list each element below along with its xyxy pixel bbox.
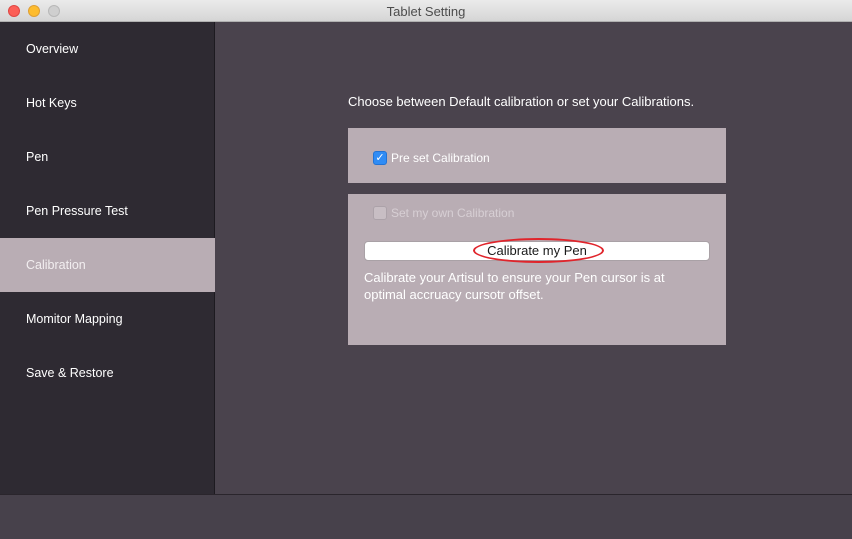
custom-calibration-checkbox[interactable] bbox=[373, 206, 387, 220]
custom-calibration-option[interactable]: Set my own Calibration bbox=[373, 206, 514, 220]
sidebar-item-pen-pressure-test[interactable]: Pen Pressure Test bbox=[0, 184, 215, 238]
title-bar: Tablet Setting bbox=[0, 0, 852, 22]
preset-calibration-panel: ✓ Pre set Calibration bbox=[348, 128, 726, 183]
sidebar: Overview Hot Keys Pen Pen Pressure Test … bbox=[0, 22, 215, 494]
main-content: Choose between Default calibration or se… bbox=[216, 22, 852, 494]
checkmark-icon: ✓ bbox=[375, 151, 385, 164]
custom-calibration-panel: Set my own Calibration Calibrate my Pen … bbox=[348, 194, 726, 345]
calibrate-pen-button-label: Calibrate my Pen bbox=[487, 243, 587, 258]
sidebar-item-save-restore[interactable]: Save & Restore bbox=[0, 346, 215, 400]
preset-calibration-option[interactable]: ✓ Pre set Calibration bbox=[373, 151, 490, 165]
preset-calibration-label: Pre set Calibration bbox=[391, 151, 490, 165]
custom-calibration-label: Set my own Calibration bbox=[391, 206, 515, 220]
sidebar-item-calibration[interactable]: Calibration bbox=[0, 238, 215, 292]
calibration-description: Calibrate your Artisul to ensure your Pe… bbox=[364, 270, 665, 302]
sidebar-item-monitor-mapping[interactable]: Momitor Mapping bbox=[0, 292, 215, 346]
preset-calibration-checkbox[interactable]: ✓ bbox=[373, 151, 387, 165]
calibrate-pen-button[interactable]: Calibrate my Pen bbox=[364, 238, 710, 263]
sidebar-item-overview[interactable]: Overview bbox=[0, 22, 215, 76]
page-heading: Choose between Default calibration or se… bbox=[348, 94, 695, 109]
window-title: Tablet Setting bbox=[386, 4, 466, 19]
sidebar-item-pen[interactable]: Pen bbox=[0, 130, 215, 184]
sidebar-item-hot-keys[interactable]: Hot Keys bbox=[0, 76, 215, 130]
bottom-bar bbox=[0, 494, 852, 539]
